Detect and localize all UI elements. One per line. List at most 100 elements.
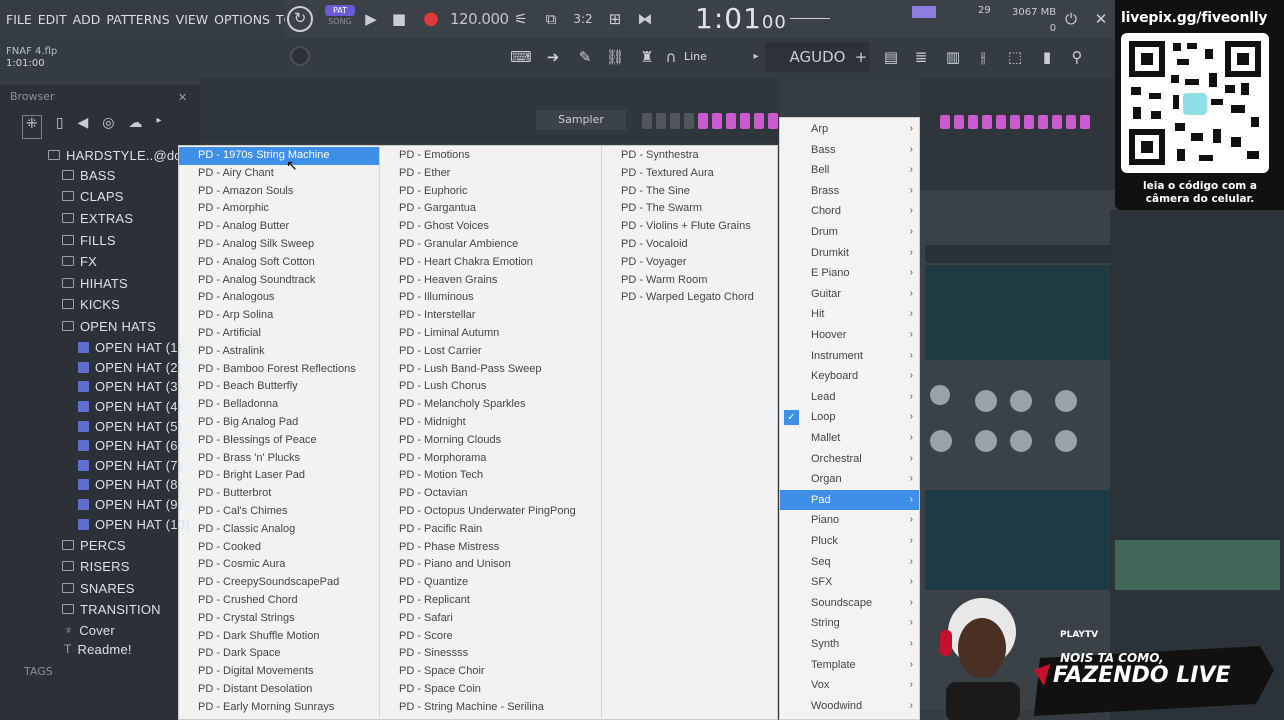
category-item-e-piano[interactable]: E Piano ›: [780, 263, 919, 284]
browser-file-item[interactable]: OPEN HAT (3): [78, 376, 182, 396]
fine-knob[interactable]: [1055, 430, 1077, 452]
category-item-vox[interactable]: Vox ›: [780, 675, 919, 696]
preset-item[interactable]: PD - Dark Space: [179, 645, 379, 663]
preset-item[interactable]: PD - Lost Carrier: [380, 343, 601, 361]
tempo-display[interactable]: 120.000: [450, 10, 509, 28]
preset-item[interactable]: PD - Octavian: [380, 485, 601, 503]
step-pad[interactable]: [1066, 115, 1076, 129]
preset-item[interactable]: PD - Analog Butter: [179, 218, 379, 236]
browser-plugin-icon[interactable]: ◎: [102, 115, 114, 139]
step-pad[interactable]: [1080, 115, 1090, 129]
preset-item[interactable]: PD - Ghost Voices: [380, 218, 601, 236]
main-volume-knob[interactable]: [290, 46, 310, 66]
preset-item[interactable]: PD - Amorphic: [179, 200, 379, 218]
wait-record-icon[interactable]: ⧉: [540, 8, 562, 30]
category-item-pluck[interactable]: Pluck ›: [780, 531, 919, 552]
countdown-icon[interactable]: 3:2: [572, 8, 594, 30]
preset-item[interactable]: PD - Brass 'n' Plucks: [179, 450, 379, 468]
metronome-icon[interactable]: ⚟: [510, 8, 532, 30]
preset-item[interactable]: PD - Amazon Souls: [179, 183, 379, 201]
preset-item[interactable]: PD - Score: [380, 628, 601, 646]
pat-song-toggle[interactable]: PAT SONG: [325, 5, 355, 31]
preset-item[interactable]: PD - The Swarm: [602, 200, 778, 218]
arrow-right-icon[interactable]: ➜: [542, 46, 564, 68]
browser-folder-percs[interactable]: PERCS: [62, 535, 126, 555]
plugin-picker-icon[interactable]: ▮: [1036, 46, 1058, 68]
category-item-soundscape[interactable]: Soundscape ›: [780, 593, 919, 614]
preset-item[interactable]: PD - 1970s String Machine: [179, 147, 379, 165]
step-pad[interactable]: [1024, 115, 1034, 129]
preset-item[interactable]: PD - Belladonna: [179, 396, 379, 414]
preset-item[interactable]: PD - Beach Butterfly: [179, 378, 379, 396]
browser-folder-hihats[interactable]: HIHATS: [62, 273, 128, 293]
browser-folder-fx[interactable]: FX: [62, 251, 97, 271]
record-icon[interactable]: ●: [420, 8, 442, 30]
preset-item[interactable]: PD - Analog Silk Sweep: [179, 236, 379, 254]
preset-item[interactable]: PD - Midnight: [380, 414, 601, 432]
category-item-brass[interactable]: Brass ›: [780, 181, 919, 202]
res-knob[interactable]: [1010, 390, 1032, 412]
browser-all-icon[interactable]: ⁜: [22, 115, 42, 139]
preset-item[interactable]: PD - Airy Chant: [179, 165, 379, 183]
pan-knob[interactable]: [930, 385, 950, 405]
preset-item[interactable]: PD - Analogous: [179, 289, 379, 307]
browser-item-readme[interactable]: T Readme!: [64, 639, 132, 659]
browser-file-item[interactable]: OPEN HAT (6): [78, 435, 182, 455]
play-icon[interactable]: ▶: [360, 8, 382, 30]
preset-item[interactable]: PD - Distant Desolation: [179, 681, 379, 699]
channel-rack-steps[interactable]: [640, 110, 780, 132]
category-item-template[interactable]: Template ›: [780, 655, 919, 676]
browser-folder-open-hats[interactable]: OPEN HATS: [62, 316, 156, 336]
category-item-loop[interactable]: ✓ Loop ›: [780, 407, 919, 428]
magnet-icon[interactable]: ∩: [660, 46, 682, 68]
master-pitch-slider[interactable]: [790, 18, 830, 19]
preset-item[interactable]: PD - Vocaloid: [602, 236, 778, 254]
preset-item[interactable]: PD - Classic Analog: [179, 521, 379, 539]
browser-file-item[interactable]: OPEN HAT (7): [78, 455, 182, 475]
channel-rack-icon[interactable]: ▥: [942, 46, 964, 68]
metronome-dial-icon[interactable]: ↻: [287, 6, 313, 32]
preset-item[interactable]: PD - Morphorama: [380, 450, 601, 468]
step-pad[interactable]: [712, 113, 722, 129]
preset-item[interactable]: PD - Warped Legato Chord: [602, 289, 778, 307]
category-item-keyboard[interactable]: Keyboard ›: [780, 366, 919, 387]
category-item-synth[interactable]: Synth ›: [780, 634, 919, 655]
browser-folder-claps[interactable]: CLAPS: [62, 186, 124, 206]
step-pad[interactable]: [768, 113, 778, 129]
step-pad[interactable]: [656, 113, 666, 129]
category-item-guitar[interactable]: Guitar ›: [780, 284, 919, 305]
preset-item[interactable]: PD - String Machine - Serilina: [380, 699, 601, 717]
step-edit-icon[interactable]: ⊞: [604, 8, 626, 30]
preset-item[interactable]: PD - Bright Laser Pad: [179, 467, 379, 485]
browser-folder-bass[interactable]: BASS: [62, 165, 115, 185]
preset-item[interactable]: PD - Illuminous: [380, 289, 601, 307]
preset-item[interactable]: PD - Artificial: [179, 325, 379, 343]
plus-icon[interactable]: +: [850, 46, 872, 68]
browser-folder-risers[interactable]: RISERS: [62, 556, 130, 576]
preset-item[interactable]: PD - Crushed Chord: [179, 592, 379, 610]
browser-folder-extras[interactable]: EXTRAS: [62, 208, 133, 228]
sampler-label[interactable]: Sampler: [536, 110, 626, 130]
step-pad[interactable]: [698, 113, 708, 129]
drive-knob[interactable]: [975, 430, 997, 452]
preset-item[interactable]: PD - Euphoric: [380, 183, 601, 201]
preset-item[interactable]: PD - Synthestra: [602, 147, 778, 165]
menu-patterns[interactable]: PATTERNS: [106, 12, 169, 27]
preset-item[interactable]: PD - Interstellar: [380, 307, 601, 325]
piano-roll-icon[interactable]: ≣: [910, 46, 932, 68]
browser-file-item[interactable]: OPEN HAT (8): [78, 474, 182, 494]
category-item-hoover[interactable]: Hoover ›: [780, 325, 919, 346]
preset-item[interactable]: PD - The Sine: [602, 183, 778, 201]
browser-cloud-icon[interactable]: ☁: [128, 115, 142, 139]
stop-icon[interactable]: ■: [388, 8, 410, 30]
step-pad[interactable]: [740, 113, 750, 129]
preset-item[interactable]: PD - Big Analog Pad: [179, 414, 379, 432]
step-pad[interactable]: [754, 113, 764, 129]
browser-icon[interactable]: ⬚: [1004, 46, 1026, 68]
mixer-icon[interactable]: ⫲: [972, 46, 994, 68]
preset-item[interactable]: PD - Dark Shuffle Motion: [179, 628, 379, 646]
browser-close-icon[interactable]: ✕: [178, 91, 187, 104]
preset-item[interactable]: PD - Textured Aura: [602, 165, 778, 183]
menu-add[interactable]: ADD: [73, 12, 101, 27]
preset-item[interactable]: PD - Cal's Chimes: [179, 503, 379, 521]
